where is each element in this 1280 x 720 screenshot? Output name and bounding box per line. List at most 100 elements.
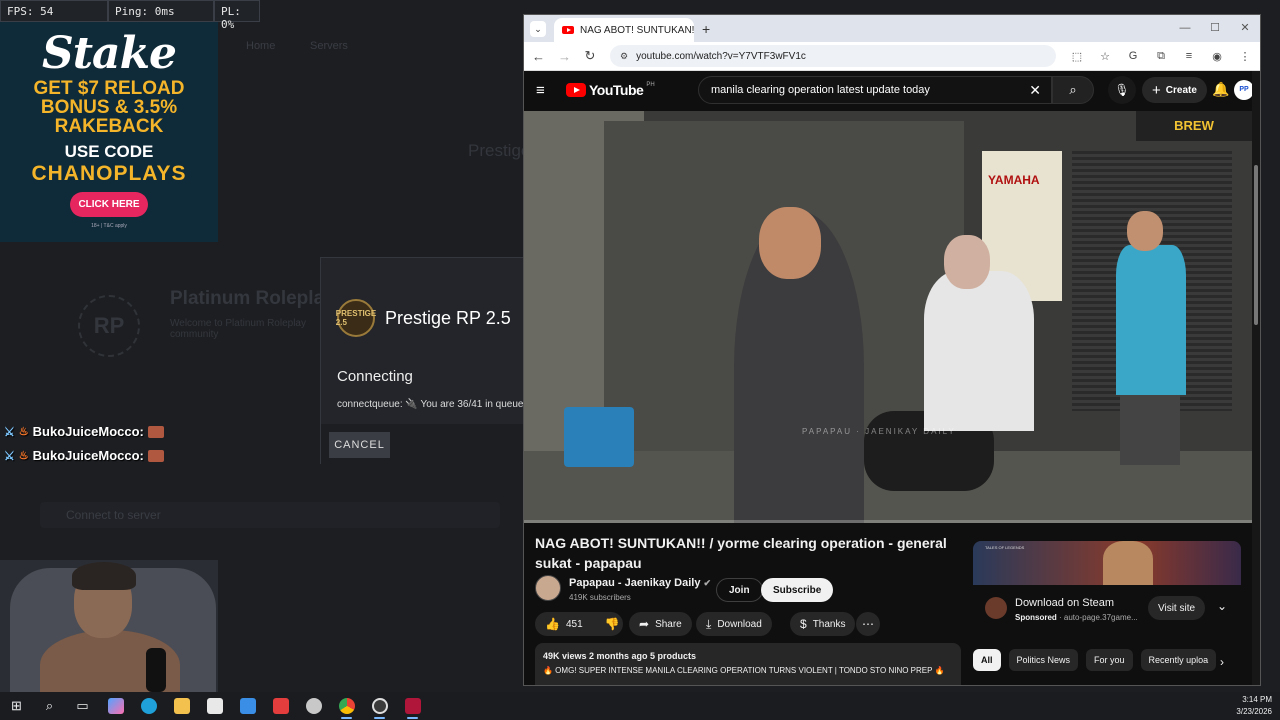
store-icon[interactable]	[198, 692, 231, 720]
url-omnibox[interactable]: ⚙ youtube.com/watch?v=Y7VTF3wFV1c	[610, 45, 1056, 67]
download-button[interactable]: ⤓ Download	[696, 612, 772, 636]
channel-name[interactable]: Papapau - Jaenikay Daily ✔	[569, 577, 711, 589]
edge-icon[interactable]	[132, 692, 165, 720]
scene-person-1-head	[759, 207, 821, 279]
tab-bar: ⌄ NAG ABOT! SUNTUKAN!! / 🔊 ✕ + — ☐ ✕	[524, 15, 1260, 42]
scene-person-2-head	[944, 235, 990, 289]
webcam-person-hair	[72, 562, 136, 590]
more-icon: ⋯	[862, 617, 874, 631]
ad-banner-image[interactable]: TALES OF LEGENDS	[973, 541, 1241, 585]
search-button[interactable]: ⌕	[1052, 76, 1094, 104]
profile-icon[interactable]: ◉	[1210, 50, 1224, 63]
fire-icon: ♨	[18, 450, 29, 462]
share-button[interactable]: ➦ Share	[629, 612, 692, 636]
sponsored-ad[interactable]: TALES OF LEGENDS Download on Steam Spons…	[973, 541, 1241, 651]
account-avatar[interactable]: PP	[1234, 80, 1254, 100]
join-button[interactable]: Join	[716, 578, 763, 602]
close-window-button[interactable]: ✕	[1230, 15, 1260, 42]
video-player[interactable]: YAMAHA BREW PAPAPAU · JAENIKAY DAILY	[524, 111, 1252, 523]
new-tab-button[interactable]: +	[702, 21, 710, 37]
thanks-label: Thanks	[812, 618, 846, 630]
description-text: 🔥 OMG! SUPER INTENSE MANILA CLEARING OPE…	[543, 666, 945, 675]
reload-button[interactable]: ↻	[584, 48, 596, 64]
browser-window: ⌄ NAG ABOT! SUNTUKAN!! / 🔊 ✕ + — ☐ ✕ ← →…	[523, 14, 1261, 686]
search-icon[interactable]: ⌕	[33, 692, 66, 720]
chrome-icon[interactable]	[330, 692, 363, 720]
launcher-ghost-prestige: Prestige	[468, 141, 531, 160]
app-a-icon[interactable]	[396, 692, 429, 720]
search-query: manila clearing operation latest update …	[711, 84, 930, 96]
system-clock[interactable]: 3:14 PM 3/23/2026	[1236, 694, 1272, 718]
launcher-menu-home: Home	[246, 40, 276, 52]
steam-like-icon[interactable]	[297, 692, 330, 720]
chip-for-you[interactable]: For you	[1086, 649, 1133, 671]
stake-logo: Stake	[41, 28, 177, 79]
page-scrollbar[interactable]	[1252, 71, 1260, 685]
extensions-icon[interactable]: ⧉	[1154, 50, 1168, 63]
create-button[interactable]: + Create	[1142, 77, 1207, 103]
channel-avatar[interactable]	[535, 575, 561, 601]
stake-ad-overlay: Stake GET $7 RELOAD BONUS & 3.5% RAKEBAC…	[0, 22, 218, 242]
scrollbar-thumb[interactable]	[1254, 165, 1258, 325]
visit-site-button[interactable]: Visit site	[1148, 596, 1206, 620]
fivem-icon[interactable]	[363, 692, 396, 720]
like-dislike-group: 👍 451 👎	[535, 612, 623, 636]
packet-loss-counter: PL: 0%	[214, 0, 260, 31]
copilot-icon[interactable]	[99, 692, 132, 720]
description-box[interactable]: 49K views 2 months ago 5 products 🔥 OMG!…	[535, 643, 961, 685]
reading-list-icon[interactable]: ≡	[1182, 50, 1196, 62]
tab-search-icon[interactable]: ⌄	[530, 20, 546, 37]
thumbs-up-icon[interactable]: 👍	[545, 617, 560, 631]
menu-icon[interactable]: ≡	[536, 82, 552, 99]
back-button[interactable]: ←	[532, 49, 545, 64]
share-icon: ➦	[639, 617, 650, 631]
ad-banner-label: TALES OF LEGENDS	[985, 545, 1025, 550]
install-app-icon[interactable]: ⬚	[1070, 50, 1084, 63]
site-info-icon[interactable]: ⚙	[620, 51, 628, 62]
bookmark-star-icon[interactable]: ☆	[1098, 50, 1112, 63]
youtube-play-icon	[566, 83, 586, 97]
wps-icon[interactable]	[264, 692, 297, 720]
extension-g-icon[interactable]: G	[1126, 50, 1140, 62]
task-view-icon[interactable]: ▭	[66, 692, 99, 720]
notifications-bell-icon[interactable]: 🔔	[1212, 81, 1229, 98]
chip-recently-uploaded[interactable]: Recently uploa	[1140, 649, 1217, 671]
like-count[interactable]: 451	[566, 619, 583, 630]
chat-username: BukoJuiceMocco:	[32, 448, 144, 463]
thumbs-down-icon[interactable]: 👎	[605, 617, 620, 631]
video-progress-bar[interactable]	[524, 520, 1252, 523]
video-title: NAG ABOT! SUNTUKAN!! / yorme clearing op…	[535, 535, 947, 571]
youtube-logo[interactable]: YouTube PH	[566, 82, 655, 98]
cancel-button[interactable]: CANCEL	[329, 432, 390, 458]
youtube-favicon-icon	[562, 26, 574, 34]
search-input[interactable]: manila clearing operation latest update …	[698, 76, 1052, 104]
file-explorer-icon[interactable]	[165, 692, 198, 720]
window-controls: — ☐ ✕	[1170, 15, 1260, 42]
clear-search-icon[interactable]: ✕	[1029, 82, 1041, 99]
thanks-button[interactable]: $ Thanks	[790, 612, 856, 636]
chrome-menu-icon[interactable]: ⋮	[1238, 50, 1252, 63]
voice-search-icon[interactable]: 🎙	[1108, 76, 1136, 104]
chat-username: BukoJuiceMocco:	[32, 424, 144, 439]
chip-politics-news[interactable]: Politics News	[1008, 649, 1079, 671]
views-meta: 49K views 2 months ago 5 products	[543, 651, 697, 661]
clock-time: 3:14 PM	[1242, 695, 1272, 704]
tab-youtube[interactable]: NAG ABOT! SUNTUKAN!! / 🔊 ✕	[554, 18, 694, 42]
more-actions-button[interactable]: ⋯	[856, 612, 880, 636]
video-watermark: PAPAPAU · JAENIKAY DAILY	[802, 427, 956, 436]
connecting-dialog: PRESTIGE 2.5 Prestige RP 2.5 Connecting …	[320, 257, 524, 464]
maximize-button[interactable]: ☐	[1200, 15, 1230, 42]
start-windows-icon[interactable]: ⊞	[0, 692, 33, 720]
clock-date: 3/23/2026	[1236, 707, 1272, 716]
connection-status: Connecting	[337, 368, 413, 385]
chevron-right-icon[interactable]: ›	[1220, 655, 1224, 669]
chip-all[interactable]: All	[973, 649, 1001, 671]
chevron-down-icon[interactable]: ⌄	[1217, 599, 1227, 613]
ad-title: Download on Steam	[1015, 597, 1115, 609]
mail-icon[interactable]	[231, 692, 264, 720]
stake-ad-line3: RAKEBACK	[54, 116, 164, 137]
subscribe-button[interactable]: Subscribe	[761, 578, 834, 602]
forward-button[interactable]: →	[558, 49, 571, 64]
related-chips: All Politics News For you Recently uploa	[973, 649, 1217, 671]
minimize-button[interactable]: —	[1170, 15, 1200, 42]
